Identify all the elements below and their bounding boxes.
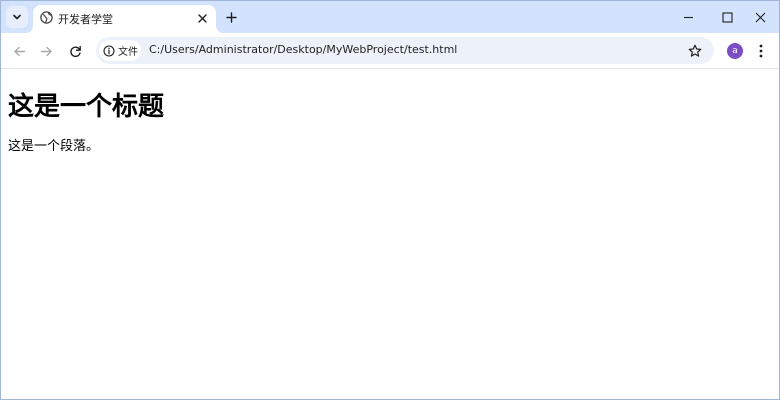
page-paragraph: 这是一个段落。	[8, 139, 100, 154]
plus-icon	[225, 11, 237, 23]
site-info-label: 文件	[118, 47, 138, 58]
arrow-right-icon	[40, 45, 53, 58]
arrow-left-icon	[13, 45, 26, 58]
reload-icon	[69, 45, 82, 58]
page-viewport: 这是一个标题 这是一个段落。	[1, 70, 779, 399]
reload-button[interactable]	[64, 40, 86, 62]
kebab-menu-icon	[759, 44, 763, 58]
address-bar[interactable]: 文件 C:/Users/Administrator/Desktop/MyWebP…	[96, 37, 714, 64]
page-heading: 这是一个标题	[8, 92, 165, 122]
browser-toolbar: 文件 C:/Users/Administrator/Desktop/MyWebP…	[1, 33, 779, 69]
tab-strip: 开发者学堂	[1, 1, 779, 33]
globe-icon	[40, 11, 53, 24]
new-tab-button[interactable]	[222, 8, 240, 26]
tab-close-button[interactable]	[194, 10, 210, 26]
close-window-button[interactable]	[740, 1, 779, 33]
site-info-chip[interactable]: 文件	[99, 40, 141, 61]
maximize-icon	[721, 11, 733, 23]
tab-title: 开发者学堂	[58, 13, 113, 26]
info-icon	[103, 44, 115, 57]
tab-active[interactable]: 开发者学堂	[25, 5, 224, 33]
chevron-down-icon	[12, 12, 22, 22]
close-icon	[755, 12, 766, 23]
back-button[interactable]	[8, 40, 30, 62]
bookmark-button[interactable]	[685, 41, 704, 60]
minimize-icon	[683, 12, 694, 23]
star-icon	[688, 44, 702, 58]
forward-button[interactable]	[35, 40, 57, 62]
profile-avatar[interactable]: a	[727, 43, 743, 59]
minimize-button[interactable]	[668, 1, 708, 33]
browser-menu-button[interactable]	[753, 42, 769, 60]
url-text[interactable]: C:/Users/Administrator/Desktop/MyWebProj…	[149, 43, 457, 56]
browser-window: 开发者学堂 文件 C:/Users/Administrator/Desktop/…	[0, 0, 780, 400]
close-icon	[197, 13, 207, 23]
